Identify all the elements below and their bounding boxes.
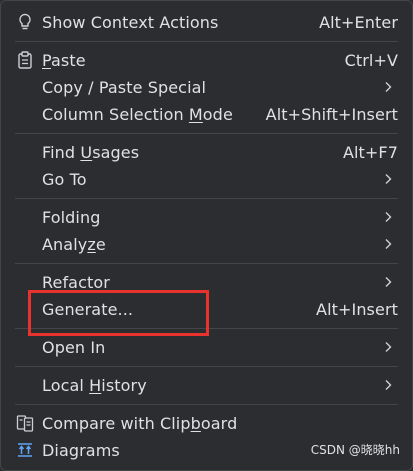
menu-item-show-context-actions[interactable]: Show Context Actions Alt+Enter <box>1 9 412 35</box>
menu-item-label: Paste <box>42 50 86 70</box>
chevron-right-icon <box>385 342 392 352</box>
chevron-right-icon <box>385 380 392 390</box>
menu-item-folding[interactable]: Folding <box>1 204 412 230</box>
menu-item-find-usages[interactable]: Find Usages Alt+F7 <box>1 139 412 165</box>
menu-item-shortcut: Alt+F7 <box>342 142 398 162</box>
chevron-right-icon <box>385 174 392 184</box>
watermark: CSDN @晓晓hh <box>310 443 400 457</box>
separator <box>15 198 398 199</box>
menu-item-shortcut: Alt+Shift+Insert <box>265 104 398 124</box>
separator <box>15 366 398 367</box>
menu-item-label: Find Usages <box>42 142 140 162</box>
separator <box>15 263 398 264</box>
context-menu: Show Context Actions Alt+Enter Paste Ctr… <box>0 0 413 471</box>
diagram-icon <box>16 441 34 459</box>
menu-item-label: Diagrams <box>42 440 120 460</box>
menu-item-copy-paste-special[interactable]: Copy / Paste Special <box>1 74 412 100</box>
menu-item-go-to[interactable]: Go To <box>1 166 412 192</box>
menu-item-shortcut: Alt+Insert <box>316 299 398 319</box>
menu-item-paste[interactable]: Paste Ctrl+V <box>1 47 412 73</box>
separator <box>15 41 398 42</box>
menu-item-label: Column Selection Mode <box>42 104 233 124</box>
menu-item-compare-with-clipboard[interactable]: Compare with Clipboard <box>1 410 412 436</box>
chevron-right-icon <box>385 277 392 287</box>
menu-item-local-history[interactable]: Local History <box>1 372 412 398</box>
menu-item-label: Refactor <box>42 272 110 292</box>
menu-item-label: Analyze <box>42 234 106 254</box>
menu-item-label: Go To <box>42 169 87 189</box>
menu-item-label: Copy / Paste Special <box>42 77 207 97</box>
menu-item-shortcut: Alt+Enter <box>319 12 398 32</box>
chevron-right-icon <box>385 82 392 92</box>
separator <box>15 133 398 134</box>
compare-icon <box>16 414 34 432</box>
menu-item-shortcut: Ctrl+V <box>344 50 398 70</box>
menu-item-label: Show Context Actions <box>42 12 219 32</box>
menu-item-label: Local History <box>42 375 147 395</box>
menu-item-label: Open In <box>42 337 106 357</box>
menu-item-label: Compare with Clipboard <box>42 413 238 433</box>
menu-item-column-selection-mode[interactable]: Column Selection Mode Alt+Shift+Insert <box>1 101 412 127</box>
chevron-right-icon <box>385 212 392 222</box>
menu-item-label: Folding <box>42 207 101 227</box>
menu-item-open-in[interactable]: Open In <box>1 334 412 360</box>
separator <box>15 404 398 405</box>
bulb-icon <box>16 13 34 31</box>
highlight-annotation-box <box>28 290 209 336</box>
menu-item-analyze[interactable]: Analyze <box>1 231 412 257</box>
clipboard-icon <box>16 51 34 69</box>
chevron-right-icon <box>385 239 392 249</box>
